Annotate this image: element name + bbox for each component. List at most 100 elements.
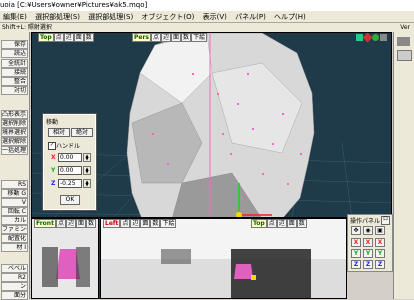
menu-selection[interactable]: 選択部処理(S)	[32, 11, 83, 23]
x-field[interactable]: 0.00	[58, 153, 82, 162]
relative-tab[interactable]: 相対	[48, 128, 70, 137]
mapping-tool-button[interactable]: ファミング	[1, 225, 28, 234]
pan-view-icon[interactable]	[362, 33, 373, 43]
menu-panel[interactable]: パネル(P)	[232, 11, 269, 23]
x-rotate-button[interactable]: X	[363, 238, 373, 247]
all-stats-button[interactable]: 全統計	[1, 59, 28, 68]
border-select-button[interactable]: 境界選択	[1, 128, 28, 137]
move-mode-icon[interactable]: ✥	[351, 226, 361, 235]
x-move-button[interactable]: X	[351, 238, 361, 247]
tab-count[interactable]: 数	[83, 33, 94, 42]
tab-point[interactable]: 点	[53, 33, 64, 42]
y-field[interactable]: 0.00	[58, 166, 82, 175]
left-view-canvas	[101, 219, 346, 298]
menu-bar: 編集(E) 選択部処理(S) 選択部処理(S) オブジェクト(O) 表示(V) …	[0, 11, 414, 23]
menu-object[interactable]: オブジェクト(O)	[138, 11, 197, 23]
x-spinner[interactable]: ▲ ▼	[83, 153, 91, 162]
y-label: Y	[51, 167, 56, 174]
menu-edit[interactable]: 編集(E)	[0, 11, 30, 23]
r2-tool-button[interactable]: R2	[1, 273, 28, 282]
scale-mode-icon[interactable]: ▣	[375, 226, 385, 235]
tab-point[interactable]: 点	[120, 219, 131, 228]
x-scale-button[interactable]: X	[375, 238, 385, 247]
close-icon[interactable]: ロ	[381, 216, 390, 225]
handle-label: ハンドル	[56, 143, 81, 150]
tab-edge[interactable]: 辺	[63, 33, 74, 42]
view-label-pers[interactable]: Pers	[132, 33, 151, 42]
fit-view-icon[interactable]	[380, 34, 387, 41]
rs-button[interactable]: RS	[1, 180, 28, 189]
tab-edge[interactable]: 辺	[161, 33, 172, 42]
y-scale-button[interactable]: Y	[375, 249, 385, 258]
load-button[interactable]: 読込	[1, 49, 28, 58]
front-viewport[interactable]: Front 点 辺 面 数	[31, 218, 99, 299]
convex-display-button[interactable]: 凸形表示	[1, 110, 28, 119]
view-label-top[interactable]: Top	[251, 219, 267, 228]
version-label: Ver	[400, 24, 410, 31]
view-label-top[interactable]: Top	[38, 33, 54, 42]
panel-button[interactable]	[397, 50, 412, 61]
batch-process-button[interactable]: 一括処理	[1, 146, 28, 155]
tab-face[interactable]: 面	[75, 219, 86, 228]
menu-view[interactable]: 表示(V)	[200, 11, 230, 23]
left-view-tabs: Left 点 辺 面 数 下絵	[103, 219, 177, 228]
bevel-tool-button[interactable]: ベベル	[1, 264, 28, 273]
z-rotate-button[interactable]: Z	[363, 260, 373, 269]
tab-count[interactable]: 数	[296, 219, 307, 228]
menu-help[interactable]: ヘルプ(H)	[271, 11, 309, 23]
z-scale-button[interactable]: Z	[375, 260, 385, 269]
tab-point[interactable]: 点	[266, 219, 277, 228]
tab-face[interactable]: 面	[286, 219, 297, 228]
menu-selection-process[interactable]: 選択部処理(S)	[85, 11, 136, 23]
save-button[interactable]: 保存	[1, 40, 28, 49]
z-field[interactable]: -0.25	[58, 179, 82, 188]
panel-toggle-icon[interactable]	[397, 37, 410, 46]
view-nav-icons	[356, 33, 387, 43]
tab-edge[interactable]: 辺	[130, 219, 141, 228]
y-move-button[interactable]: Y	[351, 249, 361, 258]
cut-button[interactable]: 対切	[1, 86, 28, 95]
n-tool-button[interactable]: ン	[1, 282, 28, 291]
top-view-tabs-lower: Top 点 辺 面 数	[251, 219, 307, 228]
z-move-button[interactable]: Z	[351, 260, 361, 269]
tab-underlay[interactable]: 下絵	[160, 219, 177, 228]
right-panel	[393, 32, 414, 299]
tab-underlay[interactable]: 下絵	[191, 33, 208, 42]
y-spinner[interactable]: ▲ ▼	[83, 166, 91, 175]
deselect-button[interactable]: 選択解除	[1, 137, 28, 146]
tab-edge[interactable]: 辺	[276, 219, 287, 228]
tab-face[interactable]: 面	[73, 33, 84, 42]
shortcut-text: Shift+L: 照射選択	[2, 24, 52, 31]
tab-point[interactable]: 点	[151, 33, 162, 42]
rotate-tool-button[interactable]: 回転 C	[1, 207, 28, 216]
left-viewport[interactable]: Left 点 辺 面 数 下絵 Top 点 辺 面 数	[100, 218, 347, 299]
z-spinner[interactable]: ▲ ▼	[83, 179, 91, 188]
move-tool-button[interactable]: 移動 G	[1, 189, 28, 198]
zoom-view-icon[interactable]	[372, 34, 379, 41]
delete-selection-button[interactable]: 選択削除	[1, 119, 28, 128]
tab-point[interactable]: 点	[55, 219, 66, 228]
tab-count[interactable]: 数	[85, 219, 96, 228]
view-label-front[interactable]: Front	[34, 219, 56, 228]
align-button[interactable]: 整合	[1, 77, 28, 86]
handle-checkbox[interactable]: ✓	[48, 142, 56, 150]
ok-button[interactable]: OK	[60, 195, 80, 205]
tab-count[interactable]: 数	[150, 219, 161, 228]
connect-button[interactable]: 接続	[1, 68, 28, 77]
arrange-tool-button[interactable]: 配置化	[1, 234, 28, 243]
y-rotate-button[interactable]: Y	[363, 249, 373, 258]
v-tool-button[interactable]: V	[1, 198, 28, 207]
top-view-tabs: Top 点 辺 面 数	[38, 33, 94, 42]
move-dialog: 移動 相対 絶対 ✓ ハンドル X 0.00 ▲ ▼ Y 0.00 ▲ ▼ Z -0…	[42, 113, 97, 211]
tab-face[interactable]: 面	[140, 219, 151, 228]
tab-count[interactable]: 数	[181, 33, 192, 42]
dialog-title: 移動	[46, 119, 59, 126]
tab-edge[interactable]: 辺	[65, 219, 76, 228]
knife-tool-button[interactable]: カル	[1, 216, 28, 225]
left-tool-panel: 保存 読込 全統計 接続 整合 対切 凸形表示 選択削除 境界選択 選択解除 一…	[0, 32, 30, 300]
absolute-tab[interactable]: 絶対	[71, 128, 93, 137]
material-tool-button[interactable]: 材 I	[1, 243, 28, 252]
rotate-mode-icon[interactable]: ◉	[363, 226, 373, 235]
tab-face[interactable]: 面	[171, 33, 182, 42]
view-label-left[interactable]: Left	[103, 219, 121, 228]
